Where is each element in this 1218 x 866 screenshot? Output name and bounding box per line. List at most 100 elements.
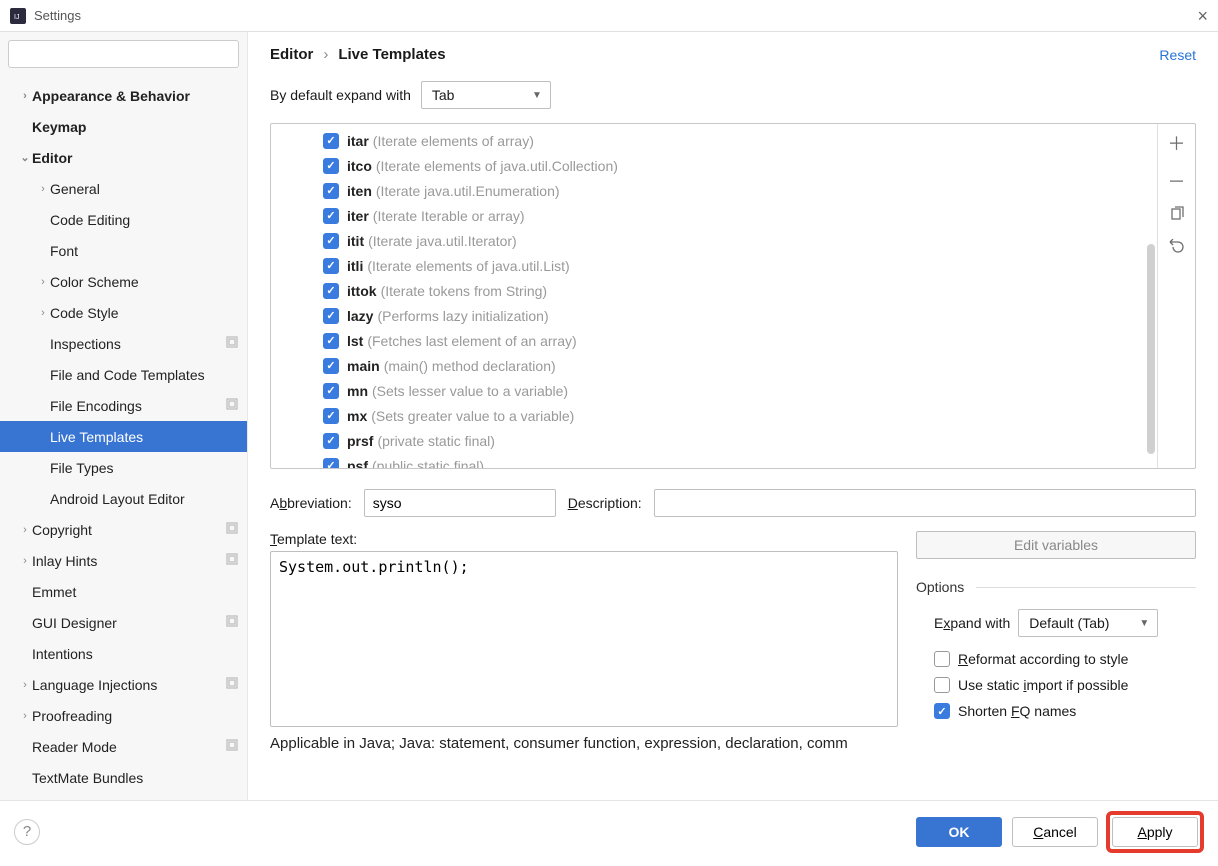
template-row[interactable]: ✓iten(Iterate java.util.Enumeration) — [271, 178, 1157, 203]
sidebar-item-label: Android Layout Editor — [50, 491, 185, 507]
sidebar-item-label: Emmet — [32, 584, 76, 600]
sidebar-item-label: TextMate Bundles — [32, 770, 143, 786]
chevron-down-icon: ▼ — [532, 90, 542, 101]
sidebar-item-inlay-hints[interactable]: ›Inlay Hints — [0, 545, 247, 576]
sidebar-item-live-templates[interactable]: Live Templates — [0, 421, 247, 452]
shorten-fq-label: Shorten FQ names — [958, 703, 1076, 719]
chevron-icon: › — [36, 276, 50, 288]
sidebar-item-keymap[interactable]: Keymap — [0, 111, 247, 142]
abbreviation-input[interactable] — [364, 489, 556, 517]
chevron-icon: › — [36, 183, 50, 195]
sidebar-item-label: Inspections — [50, 336, 121, 352]
sidebar-item-general[interactable]: ›General — [0, 173, 247, 204]
template-row[interactable]: ✓mx(Sets greater value to a variable) — [271, 403, 1157, 428]
sidebar-item-appearance-behavior[interactable]: ›Appearance & Behavior — [0, 80, 247, 111]
template-text-area[interactable]: System.out.println(); — [270, 551, 898, 727]
close-icon[interactable]: × — [1197, 7, 1208, 25]
sidebar-item-label: Color Scheme — [50, 274, 139, 290]
shorten-fq-checkbox[interactable]: ✓ — [934, 703, 950, 719]
template-desc: (Iterate Iterable or array) — [373, 208, 525, 224]
sidebar-item-label: Live Templates — [50, 429, 143, 445]
sidebar-item-color-scheme[interactable]: ›Color Scheme — [0, 266, 247, 297]
sidebar-item-font[interactable]: Font — [0, 235, 247, 266]
sidebar-item-gui-designer[interactable]: GUI Designer — [0, 607, 247, 638]
sidebar-item-language-injections[interactable]: ›Language Injections — [0, 669, 247, 700]
sidebar-item-label: Reader Mode — [32, 739, 117, 755]
template-abbr: iter — [347, 208, 369, 224]
template-row[interactable]: ✓main(main() method declaration) — [271, 353, 1157, 378]
cancel-button[interactable]: Cancel — [1012, 817, 1098, 847]
sidebar-item-code-style[interactable]: ›Code Style — [0, 297, 247, 328]
settings-tree[interactable]: ›Appearance & BehaviorKeymap⌄Editor›Gene… — [0, 76, 247, 800]
template-row[interactable]: ✓lazy(Performs lazy initialization) — [271, 303, 1157, 328]
sidebar-item-file-and-code-templates[interactable]: File and Code Templates — [0, 359, 247, 390]
apply-button[interactable]: Apply — [1112, 817, 1198, 847]
reset-link[interactable]: Reset — [1159, 47, 1196, 63]
sidebar-item-inspections[interactable]: Inspections — [0, 328, 247, 359]
template-desc: (Performs lazy initialization) — [377, 308, 548, 324]
template-checkbox[interactable]: ✓ — [323, 233, 339, 249]
template-row[interactable]: ✓mn(Sets lesser value to a variable) — [271, 378, 1157, 403]
sidebar-item-label: GUI Designer — [32, 615, 117, 631]
sidebar-item-reader-mode[interactable]: Reader Mode — [0, 731, 247, 762]
help-button[interactable]: ? — [14, 819, 40, 845]
template-desc: (Sets greater value to a variable) — [371, 408, 574, 424]
sidebar-item-android-layout-editor[interactable]: Android Layout Editor — [0, 483, 247, 514]
template-row[interactable]: ✓itli(Iterate elements of java.util.List… — [271, 253, 1157, 278]
template-checkbox[interactable]: ✓ — [323, 183, 339, 199]
template-checkbox[interactable]: ✓ — [323, 433, 339, 449]
template-checkbox[interactable]: ✓ — [323, 408, 339, 424]
sidebar-item-textmate-bundles[interactable]: TextMate Bundles — [0, 762, 247, 793]
template-desc: (Fetches last element of an array) — [367, 333, 576, 349]
template-row[interactable]: ✓prsf(private static final) — [271, 428, 1157, 453]
sidebar-item-emmet[interactable]: Emmet — [0, 576, 247, 607]
sidebar-item-label: Editor — [32, 150, 72, 166]
sidebar-item-copyright[interactable]: ›Copyright — [0, 514, 247, 545]
template-row[interactable]: ✓ iter(Iterate Iterable or array) — [271, 203, 1157, 228]
scrollbar-thumb[interactable] — [1147, 244, 1155, 454]
sidebar-item-code-editing[interactable]: Code Editing — [0, 204, 247, 235]
description-input[interactable] — [654, 489, 1196, 517]
breadcrumb-root[interactable]: Editor — [270, 46, 313, 63]
template-checkbox[interactable]: ✓ — [323, 258, 339, 274]
template-row[interactable]: ✓ittok(Iterate tokens from String) — [271, 278, 1157, 303]
static-import-checkbox[interactable] — [934, 677, 950, 693]
template-checkbox[interactable]: ✓ — [323, 458, 339, 469]
sidebar-item-label: Code Style — [50, 305, 118, 321]
copy-icon[interactable] — [1169, 206, 1185, 227]
templates-list[interactable]: ✓itar(Iterate elements of array)✓itco(It… — [271, 124, 1157, 468]
template-checkbox[interactable]: ✓ — [323, 133, 339, 149]
template-row[interactable]: ✓psf(public static final) — [271, 453, 1157, 468]
template-checkbox[interactable]: ✓ — [323, 283, 339, 299]
description-label: Description: — [568, 495, 642, 511]
template-row[interactable]: ✓lst(Fetches last element of an array) — [271, 328, 1157, 353]
sidebar-item-file-types[interactable]: File Types — [0, 452, 247, 483]
revert-icon[interactable] — [1169, 239, 1185, 260]
template-checkbox[interactable]: ✓ — [323, 383, 339, 399]
template-checkbox[interactable]: ✓ — [323, 333, 339, 349]
template-checkbox[interactable]: ✓ — [323, 308, 339, 324]
expand-with-select[interactable]: Tab ▼ — [421, 81, 551, 109]
sidebar-item-editor[interactable]: ⌄Editor — [0, 142, 247, 173]
template-checkbox[interactable]: ✓ — [323, 158, 339, 174]
template-abbr: mn — [347, 383, 368, 399]
window-title: Settings — [34, 8, 81, 23]
sidebar-item-intentions[interactable]: Intentions — [0, 638, 247, 669]
template-checkbox[interactable]: ✓ — [323, 208, 339, 224]
sidebar-item-file-encodings[interactable]: File Encodings — [0, 390, 247, 421]
ok-button[interactable]: OK — [916, 817, 1002, 847]
template-row[interactable]: ✓itar(Iterate elements of array) — [271, 128, 1157, 153]
template-checkbox[interactable]: ✓ — [323, 358, 339, 374]
sidebar-item-proofreading[interactable]: ›Proofreading — [0, 700, 247, 731]
chevron-down-icon: ▼ — [1139, 618, 1149, 629]
template-abbr: psf — [347, 458, 368, 469]
option-expand-with-select[interactable]: Default (Tab) ▼ — [1018, 609, 1158, 637]
remove-icon[interactable]: － — [1168, 168, 1186, 194]
edit-variables-button[interactable]: Edit variables — [916, 531, 1196, 559]
template-row[interactable]: ✓itit(Iterate java.util.Iterator) — [271, 228, 1157, 253]
search-input[interactable] — [8, 40, 239, 68]
add-icon[interactable]: ＋ — [1168, 130, 1186, 156]
template-row[interactable]: ✓itco(Iterate elements of java.util.Coll… — [271, 153, 1157, 178]
reformat-checkbox[interactable] — [934, 651, 950, 667]
chevron-icon: › — [18, 524, 32, 536]
